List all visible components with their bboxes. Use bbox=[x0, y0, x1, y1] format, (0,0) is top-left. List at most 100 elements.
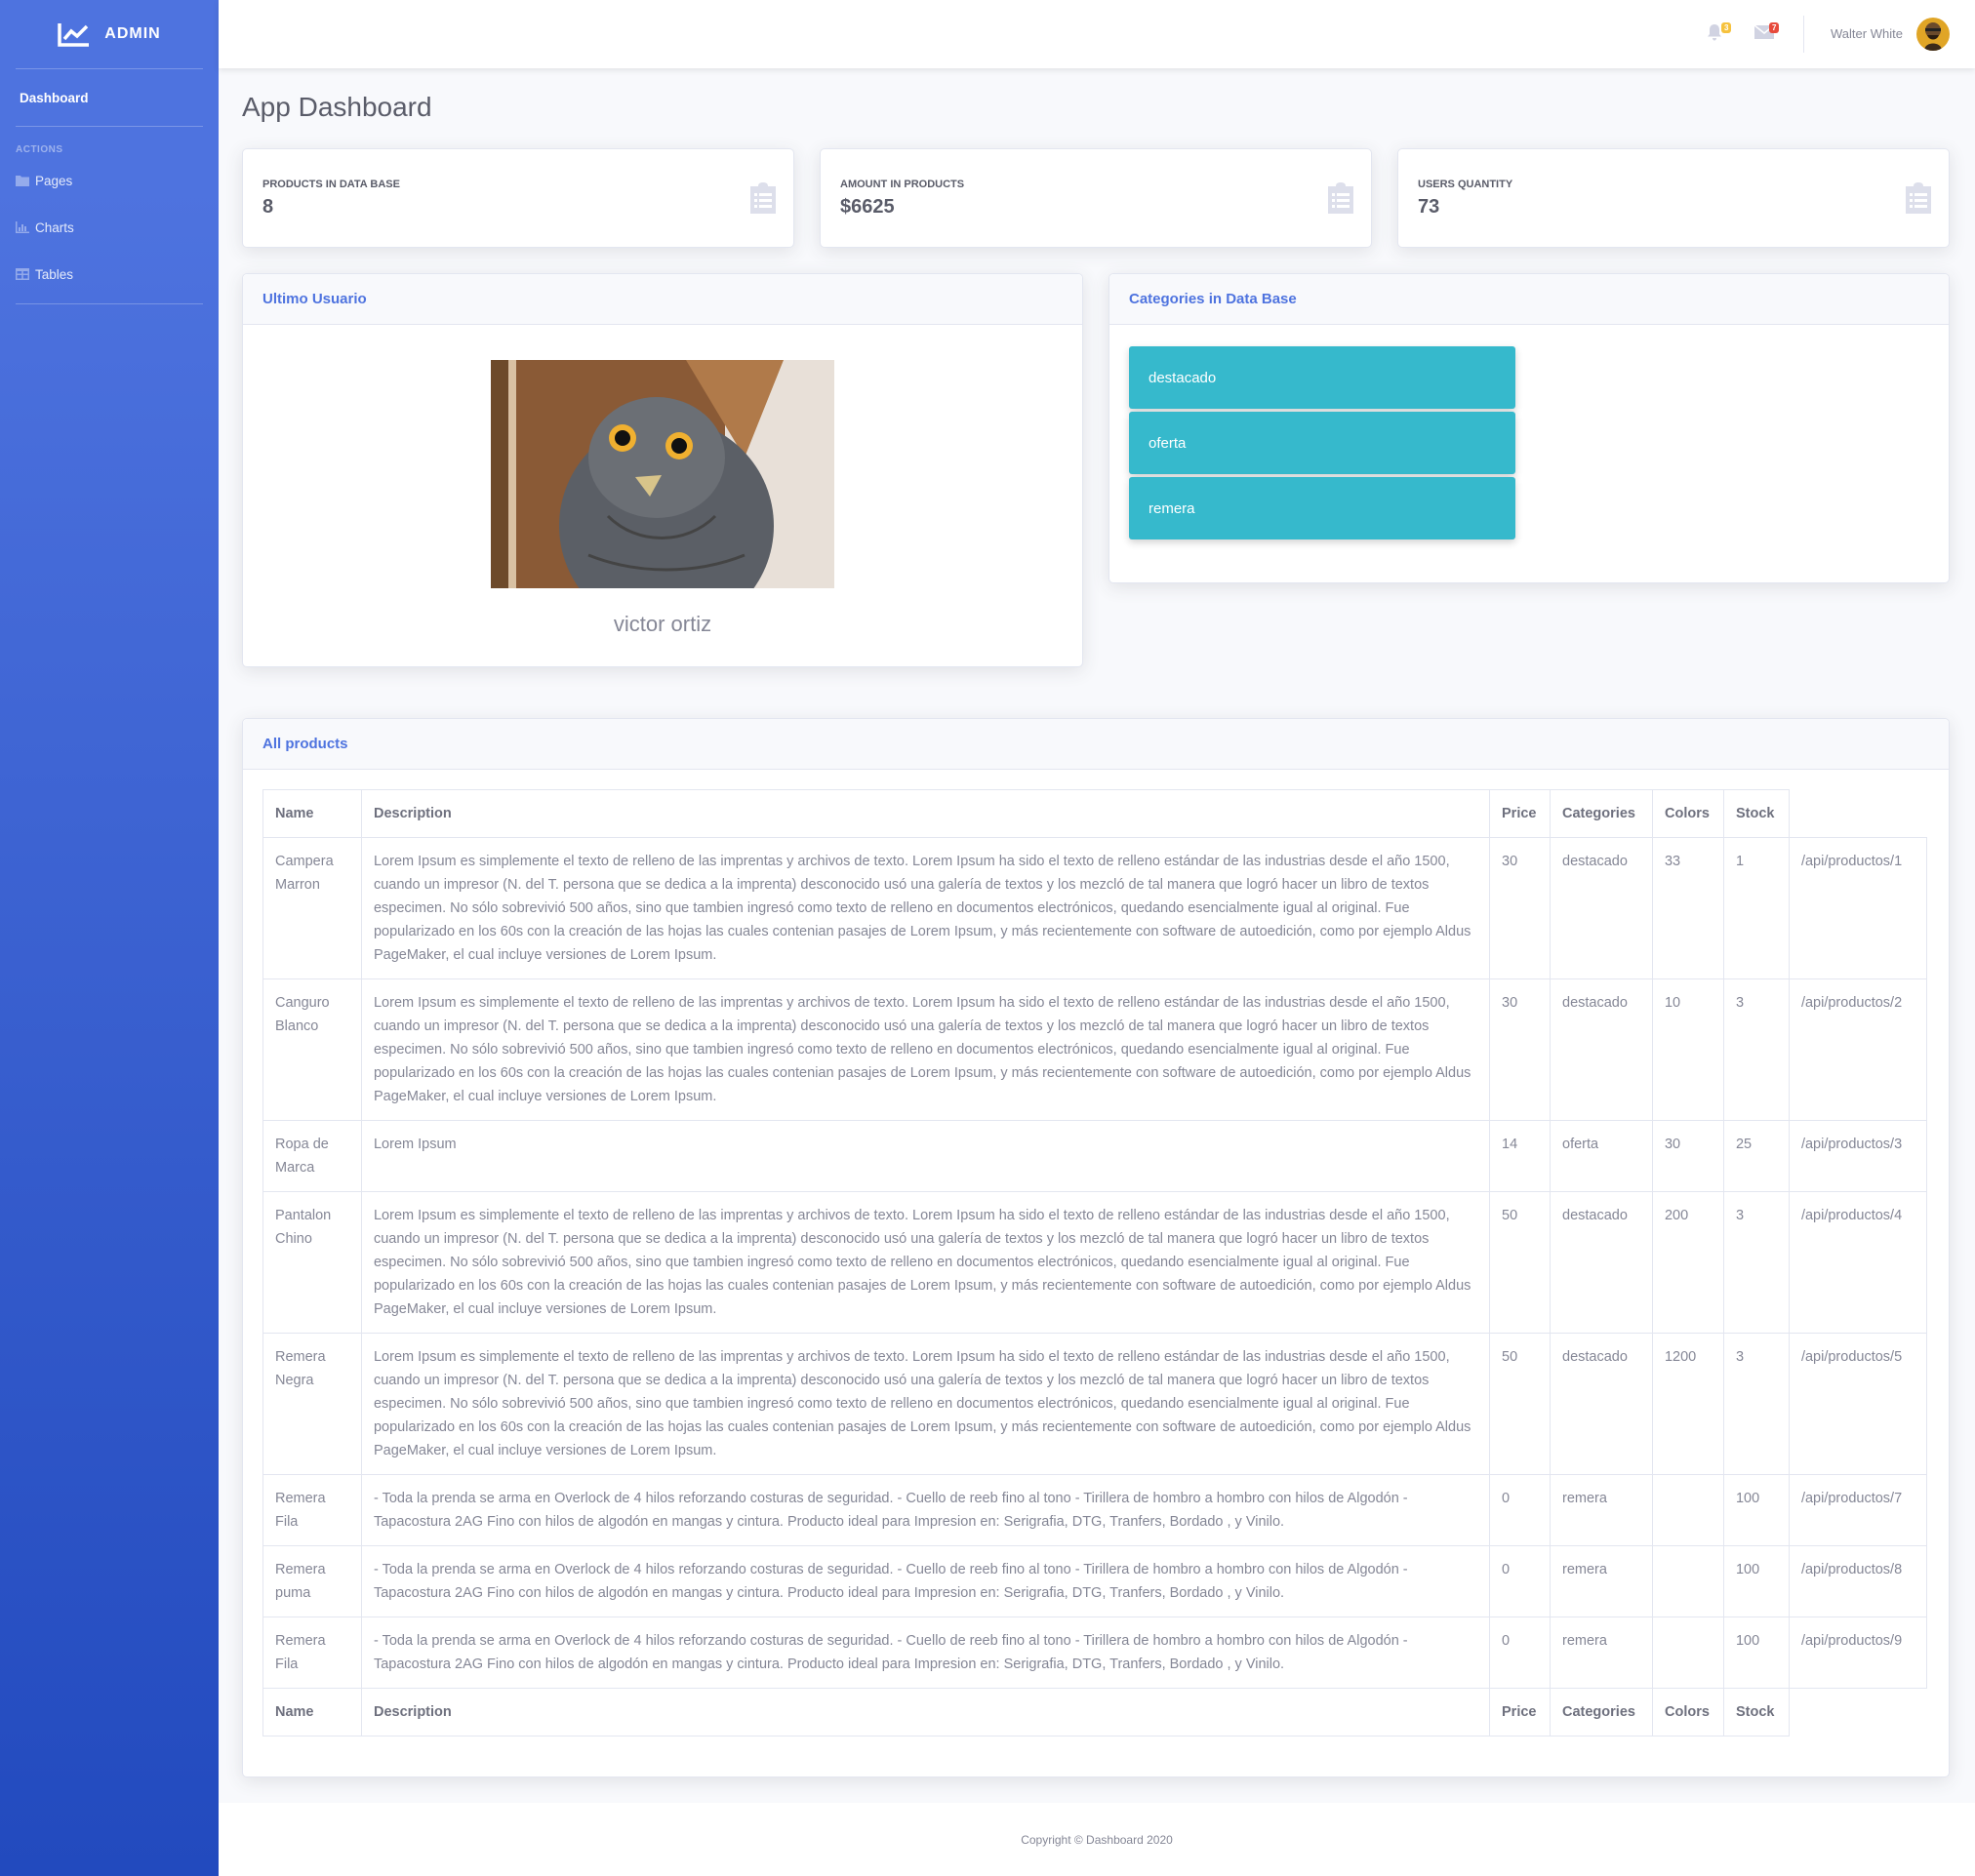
cell-link[interactable]: /api/productos/2 bbox=[1788, 978, 1928, 1121]
table-header-row: Name Description Price Categories Colors… bbox=[262, 789, 1927, 838]
cell-category: remera bbox=[1550, 1617, 1653, 1689]
column-header-colors: Colors bbox=[1651, 789, 1724, 838]
stat-value: 73 bbox=[1418, 196, 1440, 218]
products-card: All products Name Description Price Cate… bbox=[242, 718, 1950, 1777]
column-header-price: Price bbox=[1489, 789, 1551, 838]
sidebar-item-pages[interactable]: Pages bbox=[0, 161, 219, 200]
topbar: 3 7 Walter White bbox=[219, 0, 1975, 68]
cell-name: Remera Fila bbox=[262, 1474, 362, 1546]
cell-stock: 1 bbox=[1722, 837, 1790, 979]
cell-colors bbox=[1651, 1617, 1724, 1689]
last-user-name: victor ortiz bbox=[613, 612, 712, 636]
footer: Copyright © Dashboard 2020 bbox=[219, 1803, 1975, 1876]
sidebar-item-charts[interactable]: Charts bbox=[0, 200, 219, 255]
cell-price: 30 bbox=[1489, 978, 1551, 1121]
table-row: Remera Fila - Toda la prenda se arma en O… bbox=[262, 1474, 1928, 1546]
sidebar-item-label: Tables bbox=[35, 266, 74, 282]
topbar-divider bbox=[1803, 16, 1804, 53]
cell-colors: 1200 bbox=[1651, 1333, 1724, 1475]
category-item[interactable]: oferta bbox=[1129, 412, 1515, 474]
cell-link[interactable]: /api/productos/7 bbox=[1788, 1474, 1928, 1546]
stat-card-users: USERS QUANTITY 73 bbox=[1397, 148, 1950, 248]
sidebar-item-tables[interactable]: Tables bbox=[0, 255, 219, 294]
products-table: Name Description Price Categories Colors… bbox=[262, 789, 1928, 1736]
cell-link[interactable]: /api/productos/4 bbox=[1788, 1191, 1928, 1334]
cell-description: Lorem Ipsum es simplemente el texto de r… bbox=[360, 1333, 1491, 1475]
brand[interactable]: ADMIN bbox=[0, 0, 219, 68]
brand-name: ADMIN bbox=[104, 25, 161, 42]
table-row: Ropa de Marca Lorem Ipsum 14 oferta 30 25/api… bbox=[262, 1120, 1928, 1192]
table-icon bbox=[16, 268, 29, 280]
stat-card-products: PRODUCTS IN DATA BASE 8 bbox=[242, 148, 794, 248]
cell-name: Remera puma bbox=[262, 1545, 362, 1617]
table-row: Campera Marron Lorem Ipsum es simplemente… bbox=[262, 837, 1928, 979]
column-header-description: Description bbox=[360, 789, 1491, 838]
column-header-categories: Categories bbox=[1550, 789, 1653, 838]
cell-stock: 25 bbox=[1722, 1120, 1790, 1192]
cell-category: remera bbox=[1550, 1474, 1653, 1546]
cell-link[interactable]: /api/productos/9 bbox=[1788, 1617, 1928, 1689]
cell-colors: 30 bbox=[1651, 1120, 1724, 1192]
clipboard-list-icon bbox=[1328, 182, 1353, 214]
table-row: Pantalon Chino Lorem Ipsum es simplemente… bbox=[262, 1191, 1928, 1334]
sidebar-item-label: Dashboard bbox=[20, 90, 89, 105]
cell-category: oferta bbox=[1550, 1120, 1653, 1192]
cell-stock: 100 bbox=[1722, 1617, 1790, 1689]
stat-value: 8 bbox=[262, 196, 274, 218]
user-photo bbox=[491, 360, 834, 588]
column-footer-stock: Stock bbox=[1722, 1688, 1790, 1736]
table-row: Remera puma - Toda la prenda se arma en O… bbox=[262, 1545, 1928, 1617]
cell-name: Pantalon Chino bbox=[262, 1191, 362, 1334]
column-header-stock: Stock bbox=[1722, 789, 1790, 838]
table-row: Canguro Blanco Lorem Ipsum es simplemente… bbox=[262, 978, 1928, 1121]
categories-card: Categories in Data Base destacado oferta… bbox=[1108, 273, 1950, 583]
cell-stock: 3 bbox=[1722, 1191, 1790, 1334]
sidebar-item-dashboard[interactable]: Dashboard bbox=[0, 69, 219, 126]
avatar[interactable] bbox=[1916, 18, 1950, 51]
cell-price: 30 bbox=[1489, 837, 1551, 979]
column-footer-empty bbox=[1789, 1688, 1927, 1736]
cell-description: Lorem Ipsum es simplemente el texto de r… bbox=[360, 978, 1491, 1121]
copyright-text: Copyright © Dashboard 2020 bbox=[1021, 1832, 1173, 1847]
cell-link[interactable]: /api/productos/3 bbox=[1788, 1120, 1928, 1192]
user-name[interactable]: Walter White bbox=[1831, 26, 1903, 41]
cell-description: Lorem Ipsum es simplemente el texto de r… bbox=[360, 837, 1491, 979]
cell-price: 50 bbox=[1489, 1191, 1551, 1334]
sidebar: ADMIN Dashboard ACTIONS Pages Charts Tab… bbox=[0, 0, 219, 1876]
column-header-empty bbox=[1789, 789, 1927, 838]
column-footer-price: Price bbox=[1489, 1688, 1551, 1736]
cell-price: 0 bbox=[1489, 1617, 1551, 1689]
category-item[interactable]: remera bbox=[1129, 477, 1515, 539]
cell-stock: 100 bbox=[1722, 1545, 1790, 1617]
cell-category: remera bbox=[1550, 1545, 1653, 1617]
cell-category: destacado bbox=[1550, 978, 1653, 1121]
card-header: Categories in Data Base bbox=[1109, 274, 1949, 325]
page-title: App Dashboard bbox=[242, 92, 432, 122]
cell-category: destacado bbox=[1550, 837, 1653, 979]
cell-name: Canguro Blanco bbox=[262, 978, 362, 1121]
chart-bar-icon bbox=[16, 221, 29, 233]
category-item[interactable]: destacado bbox=[1129, 346, 1515, 409]
cell-name: Ropa de Marca bbox=[262, 1120, 362, 1192]
table-row: Remera Negra Lorem Ipsum es simplemente e… bbox=[262, 1333, 1928, 1475]
column-footer-name: Name bbox=[262, 1688, 362, 1736]
cell-price: 0 bbox=[1489, 1474, 1551, 1546]
sidebar-item-label: Charts bbox=[35, 220, 74, 235]
cell-colors: 33 bbox=[1651, 837, 1724, 979]
cell-link[interactable]: /api/productos/1 bbox=[1788, 837, 1928, 979]
cell-stock: 3 bbox=[1722, 1333, 1790, 1475]
cell-price: 14 bbox=[1489, 1120, 1551, 1192]
cell-link[interactable]: /api/productos/8 bbox=[1788, 1545, 1928, 1617]
column-footer-description: Description bbox=[360, 1688, 1491, 1736]
column-footer-categories: Categories bbox=[1550, 1688, 1653, 1736]
clipboard-list-icon bbox=[750, 182, 776, 214]
cell-category: destacado bbox=[1550, 1191, 1653, 1334]
cell-stock: 3 bbox=[1722, 978, 1790, 1121]
chart-line-icon bbox=[58, 23, 90, 47]
stat-label: PRODUCTS IN DATA BASE bbox=[262, 179, 400, 190]
alerts-badge: 3 bbox=[1721, 22, 1732, 33]
cell-link[interactable]: /api/productos/5 bbox=[1788, 1333, 1928, 1475]
cell-category: destacado bbox=[1550, 1333, 1653, 1475]
sidebar-item-label: Pages bbox=[35, 173, 73, 188]
stat-label: AMOUNT IN PRODUCTS bbox=[840, 179, 965, 190]
